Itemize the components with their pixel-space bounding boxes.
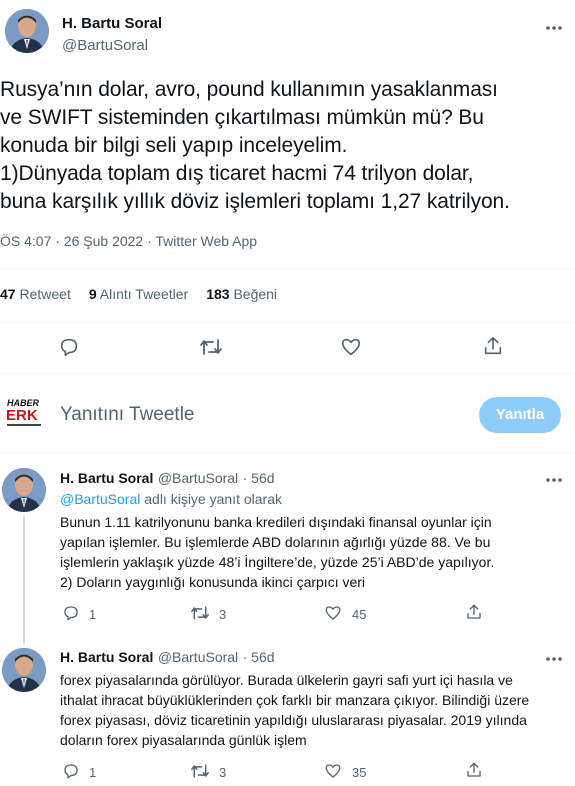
like-icon[interactable] [324,762,342,780]
tweet-text: Rusya’nın dolar, avro, pound kullanımın … [0,78,510,213]
reply-input[interactable]: Yanıtını Tweetle [60,404,195,426]
logo-line2: ERK [6,407,38,424]
retweet-icon[interactable] [199,336,222,358]
reply-text: Bunun 1.11 katrilyonunu banka kredileri … [60,514,495,590]
reply-icon[interactable] [62,762,80,780]
retweet-count: 3 [219,607,227,622]
thread-line [23,516,25,644]
author-handle[interactable]: @BartuSoral [158,470,238,486]
user-logo: HABER ERK [5,395,45,431]
tweet-time[interactable]: · 56d [243,470,275,486]
reply-text: forex piyasalarında görülüyor. Burada ül… [60,672,530,748]
replying-to: @BartuSoral adlı kişiye yanıt olarak [60,491,282,507]
avatar[interactable] [5,9,49,53]
reply-button[interactable]: Yanıtla [479,397,561,433]
reply-icon[interactable] [58,336,80,358]
author-name[interactable]: H. Bartu Soral [60,649,153,665]
reply-count: 1 [89,607,97,622]
tweet-meta[interactable]: ÖS 4:07 · 26 Şub 2022 · Twitter Web App [0,233,257,249]
retweet-icon[interactable] [190,604,210,622]
divider [0,452,575,453]
likes-stat[interactable]: 183 Beğeni [206,286,277,302]
divider [0,322,575,323]
like-count: 35 [352,765,367,780]
divider [0,268,575,269]
tweet-time[interactable]: · 56d [243,649,275,665]
retweet-icon[interactable] [190,762,210,780]
retweet-count: 3 [219,765,227,780]
quotes-stat[interactable]: 9 Alıntı Tweetler [89,286,188,302]
share-icon[interactable] [465,761,483,779]
replying-to-handle[interactable]: @BartuSoral [60,491,140,507]
more-icon[interactable] [544,18,564,38]
tweet-stats: 47 Retweet 9 Alıntı Tweetler 183 Beğeni [0,286,295,302]
like-count: 45 [352,607,367,622]
reply-icon[interactable] [62,604,80,622]
replying-to-label: adlı kişiye yanıt olarak [144,491,282,507]
like-icon[interactable] [324,604,342,622]
author-handle[interactable]: @BartuSoral [62,37,148,54]
author-name[interactable]: H. Bartu Soral [62,15,162,32]
avatar[interactable] [2,468,46,512]
retweets-stat[interactable]: 47 Retweet [0,286,71,302]
reply-header: H. Bartu Soral @BartuSoral · 56d [60,470,275,488]
share-icon[interactable] [465,603,483,621]
avatar[interactable] [2,648,46,692]
reply-header: H. Bartu Soral @BartuSoral · 56d [60,649,275,667]
more-icon[interactable] [544,649,564,669]
divider [0,373,575,374]
more-icon[interactable] [544,470,564,490]
author-handle[interactable]: @BartuSoral [158,649,238,665]
share-icon[interactable] [482,335,504,357]
reply-count: 1 [89,765,97,780]
author-name[interactable]: H. Bartu Soral [60,470,153,486]
like-icon[interactable] [340,336,362,358]
